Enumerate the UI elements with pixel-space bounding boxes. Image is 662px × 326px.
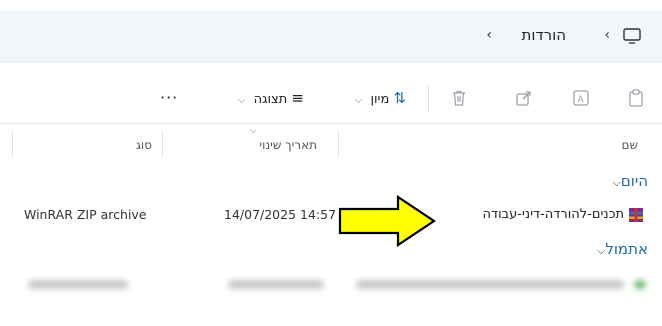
sort-arrows-icon: ⇅ (393, 89, 406, 107)
annotation-arrow-icon (338, 195, 436, 247)
chevron-down-icon: ⌵ (612, 176, 621, 189)
table-row-blurred[interactable] (0, 270, 662, 300)
column-header-name[interactable]: שם (622, 138, 638, 152)
file-type: WinRAR ZIP archive (24, 207, 147, 222)
view-label: תצוגה (253, 92, 288, 107)
group-header-today[interactable]: היום⌵ (610, 172, 648, 190)
svg-text:A: A (578, 95, 585, 105)
column-divider[interactable] (12, 130, 13, 158)
view-button[interactable]: ≡ תצוגה ⌵ (238, 89, 304, 107)
chevron-down-icon: ⌵ (237, 95, 246, 106)
column-divider[interactable] (162, 130, 163, 158)
breadcrumb-chevron-icon[interactable]: ‹ (604, 27, 610, 43)
paste-icon[interactable] (627, 89, 645, 107)
command-bar: A ⇅ מיון ⌵ ≡ תצוגה ⌵ ··· (0, 72, 662, 124)
winrar-archive-icon (629, 208, 643, 222)
sort-button[interactable]: ⇅ מיון ⌵ (355, 89, 406, 107)
file-name: תכנים-להורדה-דיני-עבודה (482, 207, 624, 222)
rename-icon[interactable]: A (572, 89, 590, 107)
sort-indicator-icon: ⌵ (250, 126, 257, 136)
column-divider[interactable] (338, 130, 339, 158)
blurred-text (28, 280, 128, 289)
toolbar-separator (428, 86, 429, 112)
column-header-type[interactable]: סוג (136, 138, 152, 152)
more-options-button[interactable]: ··· (160, 88, 178, 107)
table-row[interactable]: תכנים-להורדה-דיני-עבודה 14/07/2025 14:57… (0, 200, 662, 230)
this-pc-icon[interactable] (622, 26, 642, 46)
breadcrumb-chevron-icon[interactable]: ‹ (486, 27, 492, 43)
file-modified-date: 14/07/2025 14:57 (224, 207, 337, 222)
blurred-text (356, 280, 624, 289)
breadcrumb-downloads[interactable]: הורדות (522, 26, 567, 44)
share-icon[interactable] (515, 89, 533, 107)
sort-label: מיון (370, 92, 390, 107)
group-today-label: היום (620, 172, 648, 190)
column-header-modified[interactable]: תאריך שינוי (259, 138, 317, 152)
blurred-icon (634, 280, 646, 289)
group-header-yesterday[interactable]: אתמול⌵ (595, 240, 648, 258)
group-yesterday-label: אתמול (605, 240, 648, 258)
delete-icon[interactable] (450, 89, 468, 107)
chevron-down-icon: ⌵ (354, 95, 363, 106)
address-bar: ‹ הורדות ‹ (0, 10, 662, 62)
view-lines-icon: ≡ (291, 89, 304, 107)
column-headers: שם ⌵ תאריך שינוי סוג (0, 126, 662, 162)
blurred-text (228, 280, 324, 289)
